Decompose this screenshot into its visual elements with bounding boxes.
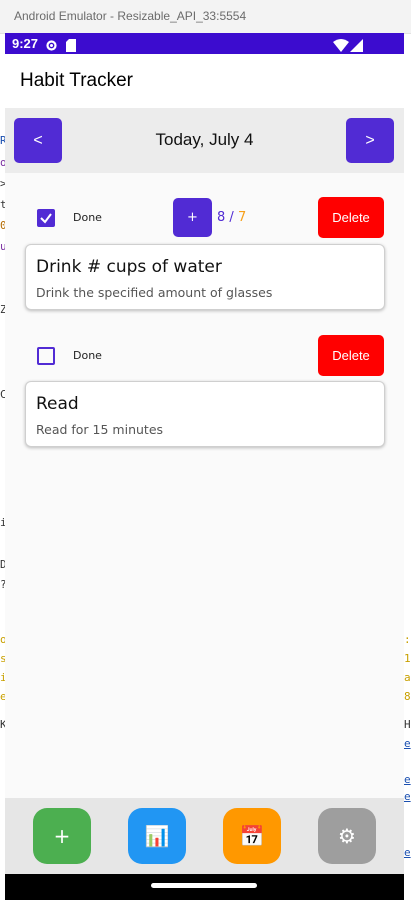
habit-title: Read (36, 394, 79, 414)
goal-count: 7 (237, 210, 247, 225)
habit-card[interactable]: Read Read for 15 minutes (25, 381, 385, 447)
habit-card[interactable]: Drink # cups of water Drink the specifie… (25, 244, 385, 310)
app-bar: Habit Tracker (5, 54, 404, 108)
done-checkbox[interactable] (37, 347, 55, 365)
current-date: Today, July 4 (155, 130, 254, 149)
delete-button[interactable]: Delete (318, 197, 384, 238)
checkmark-icon (40, 213, 52, 224)
calendar-button[interactable]: 📅 (223, 808, 281, 864)
page-title: Habit Tracker (20, 70, 133, 91)
statistics-button[interactable]: 📊 (128, 808, 186, 864)
settings-button[interactable]: ⚙ (318, 808, 376, 864)
bar-chart-icon: 📊 (144, 824, 170, 848)
increment-button[interactable]: + (173, 198, 212, 237)
next-day-button[interactable]: > (346, 118, 394, 163)
habit-title: Drink # cups of water (36, 257, 222, 277)
emulator-screen: 9:27 Habit Tracker < Today, July 4 > Don… (5, 33, 404, 900)
habit-description: Drink the specified amount of glasses (36, 285, 273, 300)
bottom-action-bar: + 📊 📅 ⚙ (5, 798, 404, 874)
add-habit-button[interactable]: + (33, 808, 91, 864)
gear-icon: ⚙ (338, 824, 356, 848)
current-count: 8 (217, 210, 226, 225)
done-label: Done (73, 211, 102, 224)
system-navigation-bar (5, 874, 404, 900)
emulator-title: Android Emulator - Resizable_API_33:5554 (14, 9, 247, 23)
status-bar: 9:27 (5, 33, 404, 54)
home-gesture-handle[interactable] (151, 883, 257, 888)
done-label: Done (73, 349, 102, 362)
done-checkbox[interactable] (37, 209, 55, 227)
habit-description: Read for 15 minutes (36, 422, 164, 437)
progress-count: 8 / 7 (217, 210, 246, 225)
date-navigator: < Today, July 4 > (5, 108, 404, 173)
delete-button[interactable]: Delete (318, 335, 384, 376)
status-time: 9:27 (12, 36, 39, 51)
emulator-title-bar: Android Emulator - Resizable_API_33:5554 (0, 0, 411, 34)
calendar-icon: 📅 (239, 824, 265, 848)
count-separator: / (229, 210, 234, 225)
plus-icon: + (53, 824, 71, 848)
